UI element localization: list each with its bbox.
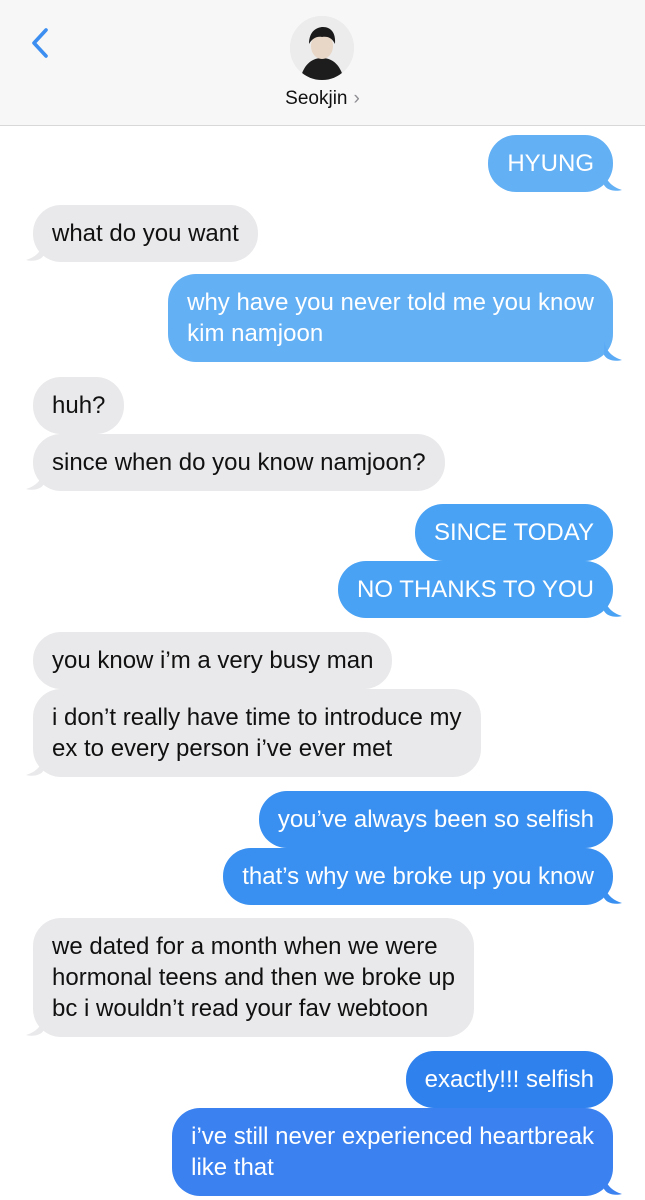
sent-message-bubble[interactable]: that’s why we broke up you know [223,848,613,905]
bubble-tail-icon [26,756,44,776]
sent-message-bubble[interactable]: SINCE TODAY [414,504,613,561]
avatar-photo-icon [290,16,354,80]
contact-name: Seokjin [285,88,348,109]
sent-message-bubble[interactable]: HYUNG [488,135,613,192]
received-message-bubble[interactable]: we dated for a month when we were hormon… [33,918,474,1037]
bubble-tail-icon [604,341,622,361]
sent-message-bubble[interactable]: i’ve still never experienced heartbreak … [172,1108,613,1196]
bubble-tail-icon [26,470,44,490]
back-chevron-icon[interactable] [26,26,60,60]
bubble-tail-icon [604,597,622,617]
bubble-tail-icon [604,171,622,191]
bubble-tail-icon [604,1175,622,1195]
contact-name-button[interactable]: Seokjin › [0,88,645,110]
received-message-bubble[interactable]: i don’t really have time to introduce my… [33,689,481,777]
received-message-bubble[interactable]: since when do you know namjoon? [33,434,445,491]
conversation-header: Seokjin › [0,0,645,126]
received-message-bubble[interactable]: you know i’m a very busy man [33,632,393,689]
sent-message-bubble[interactable]: you’ve always been so selfish [258,791,613,848]
bubble-tail-icon [26,1016,44,1036]
chevron-right-icon: › [353,88,360,109]
sent-message-bubble[interactable]: NO THANKS TO YOU [338,561,613,618]
bubble-tail-icon [26,241,44,261]
sent-message-bubble[interactable]: why have you never told me you know kim … [168,274,613,362]
bubble-tail-icon [604,884,622,904]
received-message-bubble[interactable]: huh? [33,377,125,434]
contact-avatar[interactable] [290,16,354,80]
received-message-bubble[interactable]: what do you want [33,205,258,262]
sent-message-bubble[interactable]: exactly!!! selfish [405,1051,613,1108]
